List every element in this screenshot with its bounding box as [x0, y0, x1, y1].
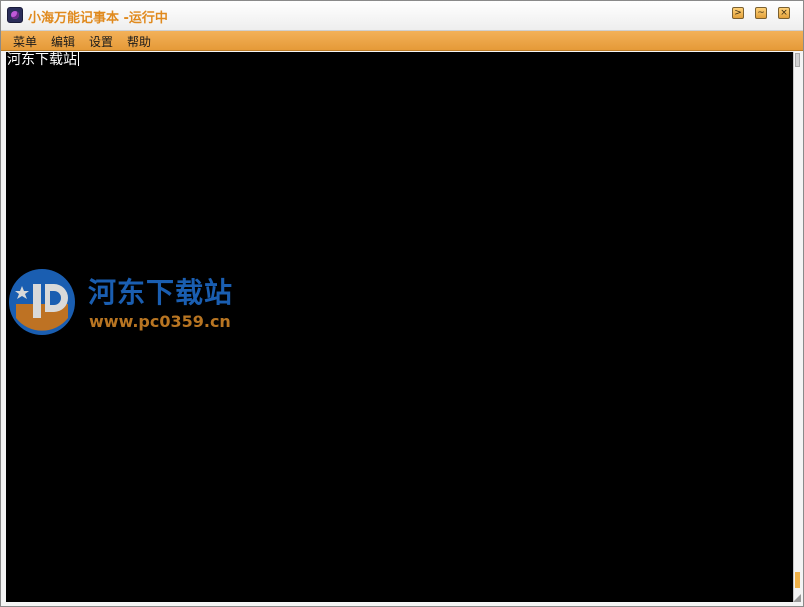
- menu-item-menu[interactable]: 菜单: [13, 33, 37, 50]
- watermark-site-name: 河东下载站: [88, 276, 234, 309]
- minimize-icon[interactable]: >: [732, 7, 744, 19]
- scrollbar-accent: [795, 572, 800, 588]
- watermark-url: www.pc0359.cn: [89, 312, 231, 331]
- title-bar[interactable]: 小海万能记事本 -运行中 > ~ ×: [1, 1, 803, 31]
- menu-item-edit[interactable]: 编辑: [51, 33, 75, 50]
- watermark-logo-icon: [9, 269, 75, 335]
- text-caret: [78, 52, 79, 66]
- resize-grip[interactable]: [791, 592, 801, 602]
- app-window: 小海万能记事本 -运行中 > ~ × 菜单 编辑 设置 帮助 河东下载站 河东下…: [0, 0, 804, 607]
- scrollbar-thumb[interactable]: [795, 53, 800, 67]
- menu-bar: 菜单 编辑 设置 帮助: [1, 31, 803, 51]
- editor-content[interactable]: 河东下载站: [7, 52, 77, 68]
- vertical-scrollbar[interactable]: [793, 52, 801, 602]
- menu-item-settings[interactable]: 设置: [89, 33, 113, 50]
- close-icon[interactable]: ×: [778, 7, 790, 19]
- app-icon: [7, 7, 23, 23]
- menu-item-help[interactable]: 帮助: [127, 33, 151, 50]
- window-title: 小海万能记事本 -运行中: [28, 11, 168, 26]
- restore-icon[interactable]: ~: [755, 7, 767, 19]
